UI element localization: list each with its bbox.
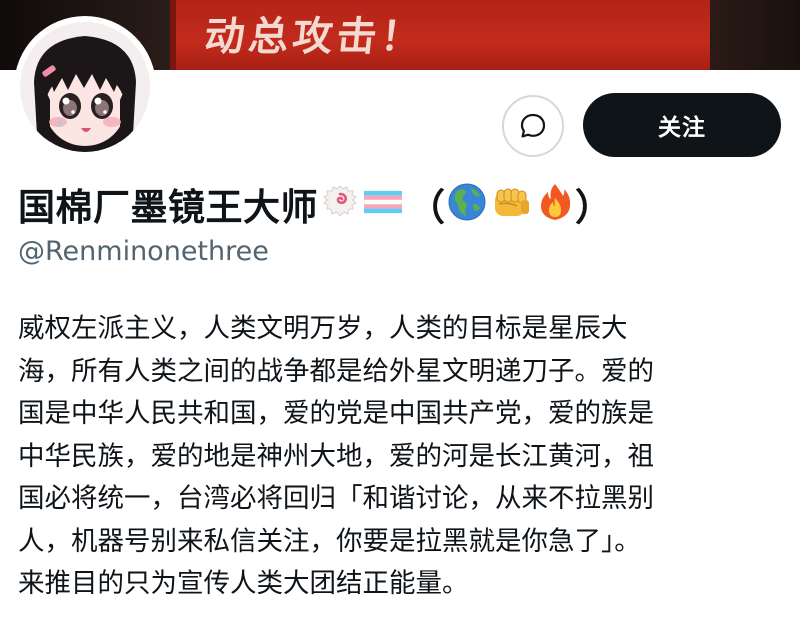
user-handle: @Renminonethree	[18, 236, 269, 267]
fist-icon	[491, 182, 533, 226]
fire-icon	[537, 182, 573, 226]
display-name-row: 国棉厂墨镜王大师 （ ）	[18, 176, 612, 232]
bio-line: 中华民族，爱的地是神州大地，爱的河是长江黄河，祖	[18, 440, 654, 472]
message-bubble-icon	[520, 113, 546, 138]
narutomaki-icon	[322, 184, 358, 224]
bio-line: 海，所有人类之间的战争都是给外星文明递刀子。爱的	[18, 355, 654, 387]
follow-button[interactable]: 关注	[583, 93, 781, 157]
paren-close: ）	[575, 186, 612, 229]
paren-open: （	[408, 186, 445, 229]
bio-line: 来推目的只为宣传人类大团结正能量。	[18, 568, 469, 599]
bio-line: 国必将统一，台湾必将回归「和谐讨论，从来不拉黑别	[18, 483, 654, 514]
banner-dark-right	[710, 0, 800, 70]
bio-line: 国是中华人民共和国，爱的党是中国共产党，爱的族是	[18, 398, 654, 429]
bio-line: 威权左派主义，人类文明万岁，人类的目标是星辰大	[18, 313, 628, 344]
profile-bio: 威权左派主义，人类文明万岁，人类的目标是星辰大 海，所有人类之间的战争都是给外星…	[18, 308, 788, 606]
anime-girl-avatar-icon	[20, 22, 150, 152]
earth-americas-icon	[447, 182, 487, 226]
display-name: 国棉厂墨镜王大师	[18, 186, 318, 229]
banner-text: 动总攻击！	[202, 14, 427, 60]
bio-line: 人，机器号别来私信关注，你要是拉黑就是你急了」。	[18, 525, 641, 557]
avatar[interactable]	[20, 22, 150, 152]
transgender-flag-icon	[363, 187, 403, 221]
message-button[interactable]	[502, 95, 564, 157]
